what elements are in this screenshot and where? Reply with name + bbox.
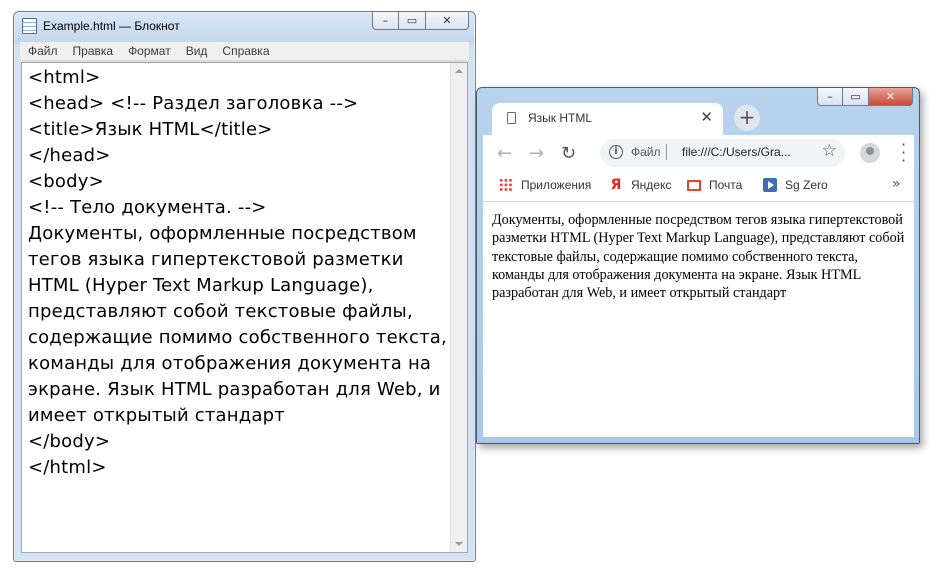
address-bar[interactable]: i Файл file:///C:/Users/Gra... ☆ [600,139,845,167]
bookmark-mail[interactable]: Почта [687,178,742,192]
new-tab-button[interactable]: + [734,105,760,131]
bookmark-label: Почта [709,178,743,192]
page-text: Документы, оформленные посредством тегов… [492,212,905,302]
browser-window-controls: – ▭ ✕ [817,88,913,106]
vertical-scrollbar[interactable] [450,63,467,552]
bookmark-sgzero[interactable]: Sg Zero [763,178,828,192]
minimize-icon: – [827,90,833,103]
close-icon: ✕ [885,90,896,103]
notepad-titlebar: Example.html — Блокнот [22,16,322,36]
browser-window: – ▭ ✕ Язык HTML ✕ + ← → ↻ i Файл file://… [476,87,920,444]
minimize-button[interactable]: – [372,12,399,30]
notepad-title: Example.html — Блокнот [43,19,180,33]
notepad-app-icon [22,18,37,34]
star-icon[interactable]: ☆ [822,141,837,161]
info-icon[interactable]: i [609,145,623,159]
sg-zero-icon [763,178,777,192]
more-bookmarks-icon[interactable]: » [892,176,901,192]
notepad-edit-area[interactable]: <html> <head> <!-- Раздел заголовка --> … [21,62,468,553]
scroll-down-icon[interactable] [455,542,463,546]
scroll-up-icon[interactable] [455,69,463,73]
maximize-button[interactable]: ▭ [399,12,426,30]
bookmark-apps[interactable]: Приложения [499,178,591,192]
forward-icon[interactable]: → [529,143,544,164]
yandex-icon: Я [610,177,622,193]
close-button[interactable]: ✕ [426,12,469,30]
maximize-icon: ▭ [850,90,861,103]
maximize-icon: ▭ [406,14,418,27]
menu-file[interactable]: Файл [20,44,65,58]
mail-icon [687,179,701,191]
menu-view[interactable]: Вид [178,44,215,58]
url-text[interactable]: file:///C:/Users/Gra... [682,145,791,159]
profile-icon[interactable] [860,143,880,163]
page-content: Документы, оформленные посредством тегов… [483,202,914,437]
bookmarks-bar: Приложения Я Яндекс Почта Sg Zero » [483,173,914,202]
bookmark-label: Яндекс [631,178,672,192]
close-icon: ✕ [442,14,452,27]
browser-minimize-button[interactable]: – [817,88,843,106]
browser-tab[interactable]: Язык HTML ✕ [492,103,723,135]
menu-format[interactable]: Формат [120,44,178,58]
tab-close-icon[interactable]: ✕ [700,108,713,126]
notepad-window-controls: – ▭ ✕ [372,12,469,30]
tab-title: Язык HTML [528,111,593,125]
bookmark-label: Sg Zero [785,178,828,192]
back-icon[interactable]: ← [497,143,512,164]
menu-help[interactable]: Справка [214,44,276,58]
bookmark-yandex[interactable]: Я Яндекс [609,177,672,193]
notepad-window: Example.html — Блокнот – ▭ ✕ Файл Правка… [13,11,476,562]
bookmark-label: Приложения [521,178,592,192]
address-separator [666,144,667,160]
browser-maximize-button[interactable]: ▭ [843,88,869,106]
browser-close-button[interactable]: ✕ [869,88,913,106]
reload-icon[interactable]: ↻ [561,143,576,164]
minimize-icon: – [382,14,389,27]
page-icon [507,112,516,124]
menu-icon[interactable]: · · · [901,137,906,169]
scheme-label: Файл [631,145,661,159]
plus-icon: + [738,105,756,129]
apps-grid-icon [499,178,513,192]
menu-edit[interactable]: Правка [65,44,121,58]
browser-toolbar: ← → ↻ i Файл file:///C:/Users/Gra... ☆ ·… [483,135,914,173]
notepad-text[interactable]: <html> <head> <!-- Раздел заголовка --> … [28,65,448,481]
notepad-menubar: Файл Правка Формат Вид Справка [20,42,469,61]
